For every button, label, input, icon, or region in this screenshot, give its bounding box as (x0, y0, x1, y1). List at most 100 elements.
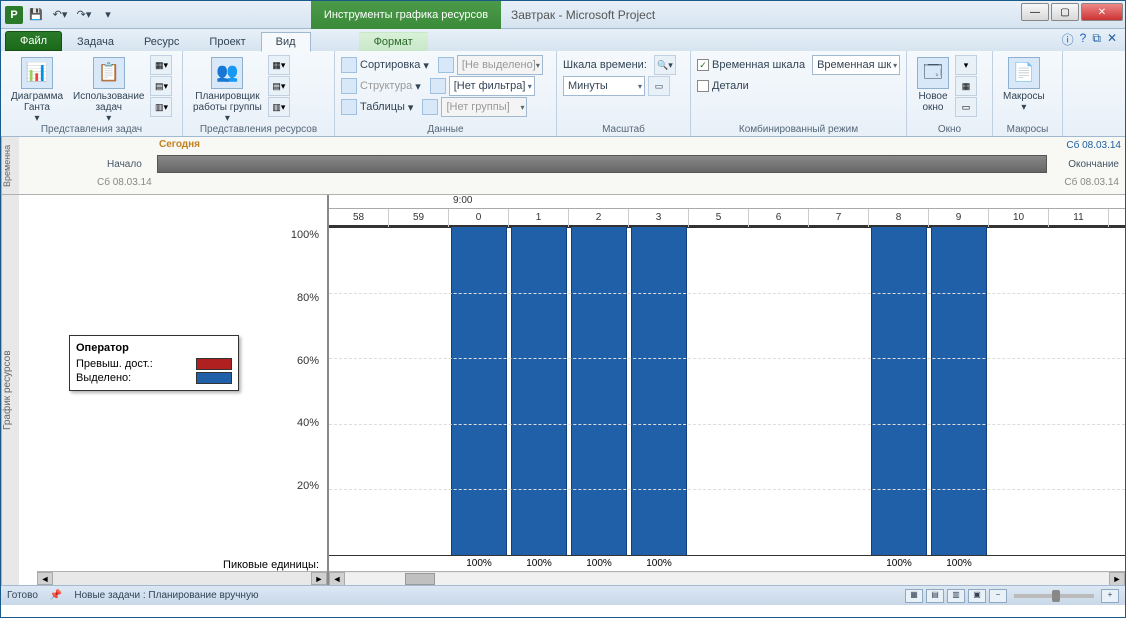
group-macros: 📄 Макросы▾ Макросы (993, 51, 1063, 136)
resource-usage-button[interactable]: ▦▾ (268, 55, 290, 75)
timeline-bar[interactable] (157, 155, 1047, 173)
save-icon[interactable]: 💾 (25, 5, 47, 25)
resource-sheet-button[interactable]: ▤▾ (268, 76, 290, 96)
help-icons: ⓘ ? ⧉ ✕ (1062, 31, 1117, 48)
scroll-left-icon[interactable]: ◄ (37, 572, 53, 585)
outline-icon (341, 78, 357, 94)
scroll-right2-icon[interactable]: ► (1109, 572, 1125, 586)
other-views-button[interactable]: ▥▾ (150, 97, 172, 117)
document-title: Завтрак - Microsoft Project (511, 8, 655, 22)
time-top-label: 9:00 (453, 195, 472, 206)
zoom-thumb[interactable] (1052, 590, 1060, 602)
status-ready: Готово (7, 590, 38, 601)
timeline-vtab[interactable]: Временна (1, 137, 19, 194)
network-diagram-button[interactable]: ▦▾ (150, 55, 172, 75)
maximize-button[interactable]: ▢ (1051, 3, 1079, 21)
view-shortcut-1[interactable]: ▦ (905, 589, 923, 603)
y-axis-labels: 100% 80% 60% 40% 20% (291, 229, 319, 555)
quick-access-toolbar: P 💾 ↶▾ ↷▾ ▾ (1, 5, 119, 25)
new-window-icon: 🗔 (917, 57, 949, 89)
tab-resource[interactable]: Ресурс (129, 32, 194, 51)
sort-button[interactable]: Сортировка (360, 59, 420, 71)
timeline-pane: Временна Сегодня Начало Сб 08.03.14 Сб 0… (1, 137, 1125, 195)
view-shortcut-2[interactable]: ▤ (926, 589, 944, 603)
gantt-icon: 📊 (21, 57, 53, 89)
timeline-start-date: Сб 08.03.14 (97, 177, 152, 188)
tab-project[interactable]: Проект (194, 32, 260, 51)
scroll-right-icon[interactable]: ► (311, 572, 327, 585)
qat-customize-icon[interactable]: ▾ (97, 5, 119, 25)
tables-button[interactable]: Таблицы (360, 101, 405, 113)
sort-icon (341, 57, 357, 73)
team-planner-button[interactable]: 👥 Планировщик работы группы▾ (189, 55, 266, 126)
peak-cell (809, 556, 869, 571)
window-restore-icon[interactable]: ⧉ (1092, 31, 1101, 48)
chart-body[interactable] (329, 227, 1125, 555)
close-button[interactable]: ✕ (1081, 3, 1123, 21)
minute-cell: 0 (449, 209, 509, 227)
gantt-chart-button[interactable]: 📊 Диаграмма Ганта▾ (7, 55, 67, 126)
group-combo[interactable]: [Нет группы] (441, 97, 527, 117)
zoom-button[interactable]: 🔍▾ (654, 55, 676, 75)
tab-view[interactable]: Вид (261, 32, 311, 52)
highlight-combo[interactable]: [Не выделено] (457, 55, 543, 75)
redo-icon[interactable]: ↷▾ (73, 5, 95, 25)
right-scrollbar[interactable]: ◄ ► (329, 571, 1125, 585)
window-close2-icon[interactable]: ✕ (1107, 31, 1117, 48)
timeline-checkbox[interactable]: ✓ (697, 59, 709, 71)
timeline-start-label: Начало (107, 159, 142, 170)
scroll-thumb[interactable] (405, 573, 435, 585)
title-bar: P 💾 ↶▾ ↷▾ ▾ Инструменты графика ресурсов… (1, 1, 1125, 29)
chart-left-pane: 100% 80% 60% 40% 20% Оператор Превыш. до… (19, 195, 329, 585)
zoom-out-button[interactable]: − (989, 589, 1007, 603)
status-bar: Готово 📌 Новые задачи : Планирование вру… (1, 585, 1125, 605)
view-shortcut-3[interactable]: ▥ (947, 589, 965, 603)
tab-task[interactable]: Задача (62, 32, 129, 51)
undo-icon[interactable]: ↶▾ (49, 5, 71, 25)
minute-cell: 7 (809, 209, 869, 227)
timescale-combo[interactable]: Минуты (563, 76, 645, 96)
new-window-button[interactable]: 🗔 Новое окно (913, 55, 953, 115)
resource-graph-vtab[interactable]: График ресурсов (1, 195, 19, 585)
app-icon[interactable]: P (5, 6, 23, 24)
scroll-left2-icon[interactable]: ◄ (329, 572, 345, 586)
tab-format[interactable]: Формат (359, 32, 428, 51)
group-zoom: Шкала времени: 🔍▾ Минуты ▭ Масштаб (557, 51, 691, 136)
zoom-slider[interactable] (1014, 594, 1094, 598)
status-new-tasks: Новые задачи : Планирование вручную (74, 590, 258, 601)
ribbon: 📊 Диаграмма Ганта▾ 📋 Использование задач… (1, 51, 1125, 137)
tab-file[interactable]: Файл (5, 31, 62, 51)
hide-button[interactable]: ▭ (955, 97, 977, 117)
pin-icon[interactable]: 📌 (50, 590, 62, 601)
zoom-in-button[interactable]: + (1101, 589, 1119, 603)
task-usage-button[interactable]: 📋 Использование задач▾ (69, 55, 148, 126)
filter-combo[interactable]: [Нет фильтра] (449, 76, 535, 96)
view-shortcut-4[interactable]: ▣ (968, 589, 986, 603)
switch-windows-button[interactable]: ▾ (955, 55, 977, 75)
contextual-tab-title: Инструменты графика ресурсов (311, 1, 501, 29)
minute-cell: 59 (389, 209, 449, 227)
minimize-button[interactable]: — (1021, 3, 1049, 21)
entire-project-button[interactable]: ▭ (648, 76, 670, 96)
details-checkbox[interactable] (697, 80, 709, 92)
timeline-view-combo[interactable]: Временная шк (812, 55, 900, 75)
peak-cell: 100% (629, 556, 689, 571)
group-icon (422, 99, 438, 115)
legend-allocated-swatch (196, 372, 232, 384)
peak-cell: 100% (569, 556, 629, 571)
arrange-all-button[interactable]: ▦ (955, 76, 977, 96)
macros-button[interactable]: 📄 Макросы▾ (999, 55, 1049, 115)
help-icon[interactable]: ? (1080, 31, 1087, 48)
chart-right-pane: 9:00 58590123567891011 100%100%100%100%1… (329, 195, 1125, 585)
allocation-bar (511, 227, 567, 555)
timeline-end-date-top: Сб 08.03.14 (1066, 140, 1121, 151)
outline-button[interactable]: Структура (360, 80, 412, 92)
calendar-button[interactable]: ▤▾ (150, 76, 172, 96)
minute-cell: 11 (1049, 209, 1109, 227)
group-window: 🗔 Новое окно ▾ ▦ ▭ Окно (907, 51, 993, 136)
left-scrollbar[interactable]: ◄ ► (37, 571, 327, 585)
group-resource-views: 👥 Планировщик работы группы▾ ▦▾ ▤▾ ▥▾ Пр… (183, 51, 335, 136)
tables-icon (341, 99, 357, 115)
other-res-views-button[interactable]: ▥▾ (268, 97, 290, 117)
ribbon-minimize-icon[interactable]: ⓘ (1062, 31, 1074, 48)
